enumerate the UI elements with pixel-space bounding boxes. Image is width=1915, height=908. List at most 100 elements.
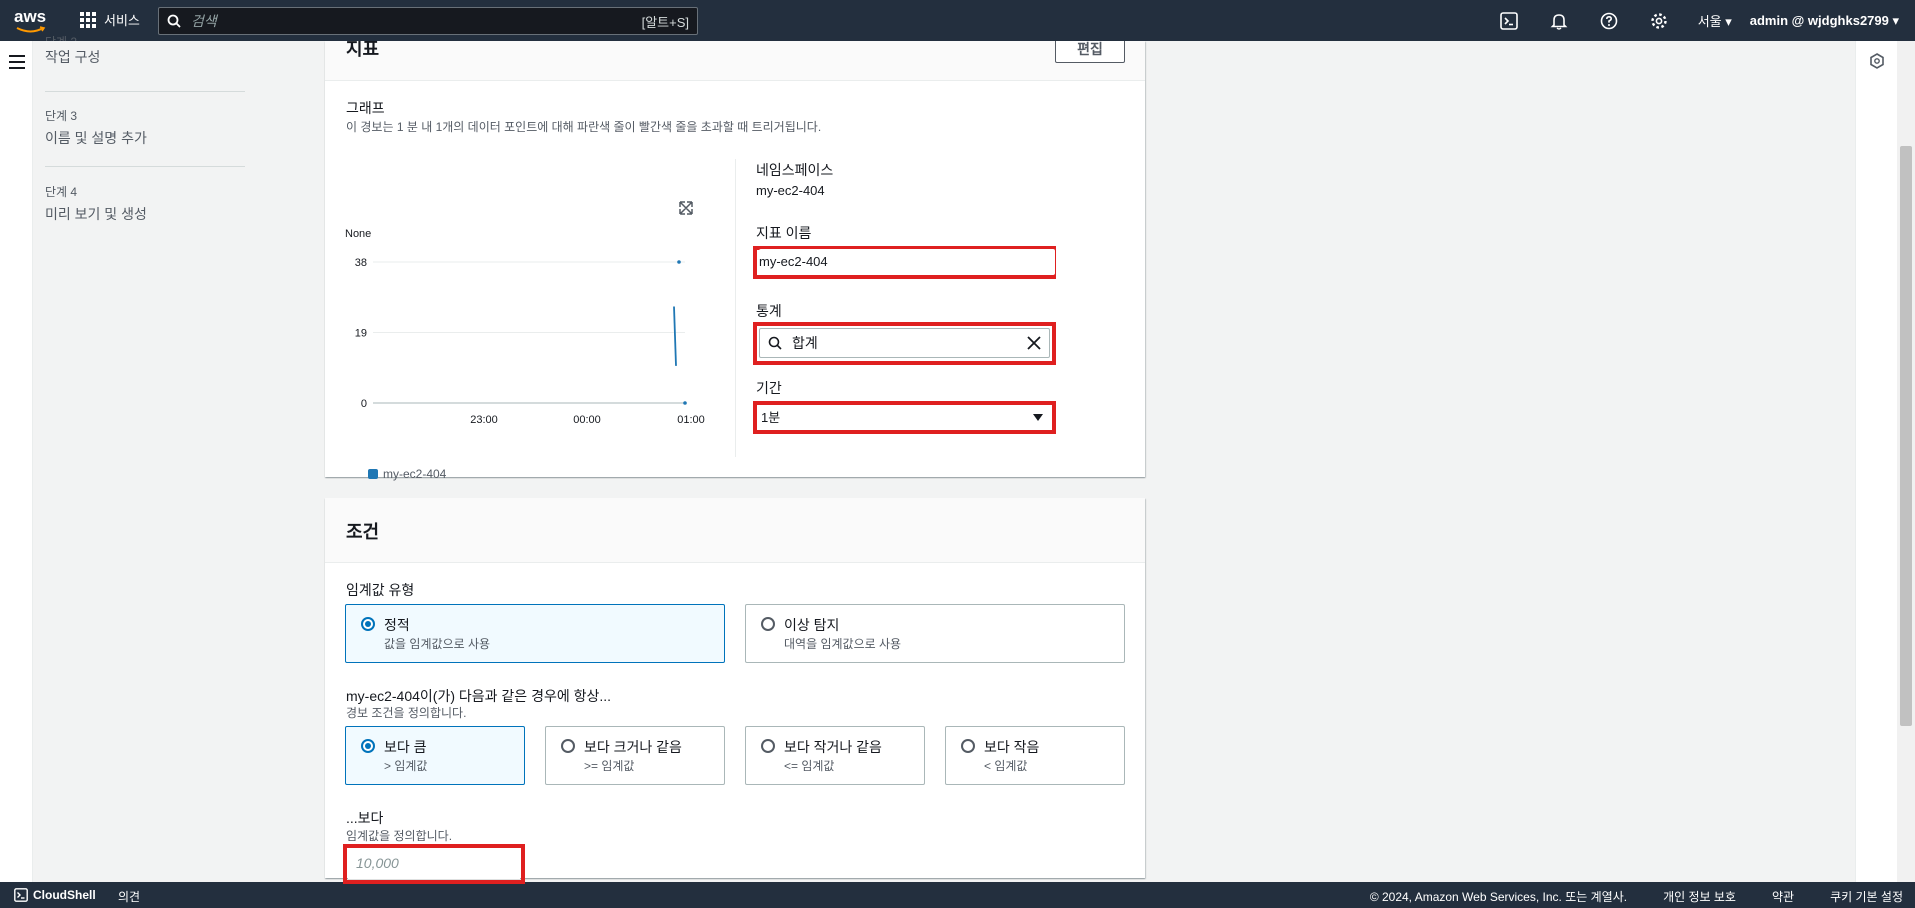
operator-greater[interactable]: 보다 큼 > 임계값 xyxy=(345,726,525,785)
privacy-link[interactable]: 개인 정보 보호 xyxy=(1663,888,1736,905)
step-2[interactable]: 단계 2 작업 구성 xyxy=(45,33,245,67)
than-description: 임계값을 정의합니다. xyxy=(346,829,453,843)
namespace-value: my-ec2-404 xyxy=(756,183,825,198)
terms-link[interactable]: 약관 xyxy=(1772,888,1794,905)
region-selector[interactable]: 서울 ▾ xyxy=(1698,11,1732,30)
radio-icon xyxy=(761,617,775,631)
x-tick-label: 23:00 xyxy=(470,414,498,426)
step-number: 단계 3 xyxy=(45,109,78,123)
top-navigation: aws 서비스 검색 [알트+S] 서울 ▾ admin @ wjdghks27… xyxy=(0,0,1915,41)
search-icon xyxy=(768,336,782,350)
account-menu[interactable]: admin @ wjdghks2799 ▾ xyxy=(1750,13,1899,29)
statistic-value: 합계 xyxy=(792,335,818,351)
radio-icon xyxy=(961,739,975,753)
statistic-field[interactable]: 합계 xyxy=(759,328,1050,358)
search-input[interactable]: 검색 [알트+S] xyxy=(158,7,698,35)
conditions-panel: 조건 임계값 유형 정적 값을 임계값으로 사용 이상 탐지 대역을 임계값으로… xyxy=(325,498,1145,878)
tile-description: >= 임계값 xyxy=(584,759,635,773)
step-3[interactable]: 단계 3 이름 및 설명 추가 xyxy=(45,107,245,148)
right-rail xyxy=(1855,41,1897,882)
aws-logo-text: aws xyxy=(14,7,47,26)
edit-button[interactable]: 편집 xyxy=(1055,41,1125,63)
x-tick-label: 00:00 xyxy=(573,414,601,426)
search-shortcut: [알트+S] xyxy=(641,14,689,30)
scrollbar-thumb[interactable] xyxy=(1900,146,1912,726)
whenever-description: 경보 조건을 정의합니다. xyxy=(346,706,467,720)
highlight-box xyxy=(343,844,525,884)
page-scrollbar[interactable] xyxy=(1897,41,1915,882)
radio-icon xyxy=(361,617,375,631)
metric-panel-header: 지표 편집 xyxy=(325,41,1145,81)
step-name: 미리 보기 및 생성 xyxy=(45,206,147,222)
menu-hamburger-icon[interactable] xyxy=(9,55,25,73)
step-number: 단계 2 xyxy=(45,33,245,41)
y-tick-label: 38 xyxy=(355,257,367,269)
left-rail xyxy=(0,41,33,882)
statistic-label: 통계 xyxy=(756,303,782,319)
grid-icon xyxy=(80,11,96,28)
account-label: admin @ wjdghks2799 xyxy=(1749,12,1889,28)
series-line xyxy=(673,306,677,366)
period-select[interactable]: 1분 xyxy=(759,405,1050,430)
tools-hexagon-icon[interactable] xyxy=(1869,53,1885,69)
feedback-link[interactable]: 의견 xyxy=(118,888,140,905)
threshold-type-label: 임계값 유형 xyxy=(346,582,415,598)
tile-description: 값을 임계값으로 사용 xyxy=(384,637,491,651)
expand-icon[interactable] xyxy=(679,201,693,215)
legend-label: my-ec2-404 xyxy=(383,467,447,481)
threshold-type-anomaly[interactable]: 이상 탐지 대역을 임계값으로 사용 xyxy=(745,604,1125,663)
legend-swatch xyxy=(368,469,378,479)
step-number: 단계 4 xyxy=(45,185,78,199)
cookie-preferences-link[interactable]: 쿠키 기본 설정 xyxy=(1830,888,1903,905)
help-icon[interactable] xyxy=(1598,10,1620,32)
tile-label: 보다 큼 xyxy=(384,739,427,755)
y-tick-label: 19 xyxy=(355,328,367,340)
step-4[interactable]: 단계 4 미리 보기 및 생성 xyxy=(45,183,245,224)
aws-logo[interactable]: aws xyxy=(14,8,48,34)
metric-chart: None 38 19 0 23:00 00:00 01:00 my-ec2-404 xyxy=(345,201,705,481)
period-label: 기간 xyxy=(756,380,782,396)
copyright-text: © 2024, Amazon Web Services, Inc. 또는 계열사… xyxy=(1369,890,1628,904)
chart-unit-label: None xyxy=(345,228,371,240)
metric-panel-title: 지표 xyxy=(346,41,380,59)
cloudshell-icon[interactable] xyxy=(1498,10,1520,32)
settings-gear-icon[interactable] xyxy=(1648,10,1670,32)
tile-description: <= 임계값 xyxy=(784,759,835,773)
than-label: ...보다 xyxy=(346,810,384,826)
aws-smile-icon xyxy=(16,26,46,33)
services-label: 서비스 xyxy=(104,13,140,28)
operator-less-equal[interactable]: 보다 작거나 같음 <= 임계값 xyxy=(745,726,925,785)
vertical-divider xyxy=(735,159,736,457)
wizard-steps: 단계 2 작업 구성 단계 3 이름 및 설명 추가 단계 4 미리 보기 및 … xyxy=(33,35,248,882)
tile-description: < 임계값 xyxy=(984,759,1028,773)
tile-description: 대역을 임계값으로 사용 xyxy=(784,637,902,651)
threshold-type-static[interactable]: 정적 값을 임계값으로 사용 xyxy=(345,604,725,663)
data-point xyxy=(677,260,681,264)
cloudshell-button[interactable]: CloudShell xyxy=(14,888,96,902)
cloudshell-icon xyxy=(14,888,28,902)
graph-title: 그래프 xyxy=(346,100,385,116)
radio-icon xyxy=(761,739,775,753)
namespace-label: 네임스페이스 xyxy=(756,162,834,178)
metric-name-field[interactable]: my-ec2-404 xyxy=(759,249,1055,275)
operator-less[interactable]: 보다 작음 < 임계값 xyxy=(945,726,1125,785)
region-label: 서울 xyxy=(1697,14,1722,29)
tile-label: 이상 탐지 xyxy=(784,617,840,633)
notification-bell-icon[interactable] xyxy=(1548,10,1570,32)
radio-icon xyxy=(561,739,575,753)
caret-down-icon xyxy=(1033,414,1043,421)
services-menu[interactable]: 서비스 xyxy=(80,10,140,29)
conditions-panel-title: 조건 xyxy=(346,522,380,542)
chart-legend[interactable]: my-ec2-404 xyxy=(368,467,447,481)
operator-greater-equal[interactable]: 보다 크거나 같음 >= 임계값 xyxy=(545,726,725,785)
step-divider xyxy=(45,91,245,92)
cloudshell-label: CloudShell xyxy=(33,888,96,902)
step-divider xyxy=(45,166,245,167)
search-icon xyxy=(167,14,181,28)
radio-icon xyxy=(361,739,375,753)
clear-icon[interactable] xyxy=(1027,336,1041,350)
step-name: 이름 및 설명 추가 xyxy=(45,130,147,146)
metric-panel: 지표 편집 그래프 이 경보는 1 분 내 1개의 데이터 포인트에 대해 파란… xyxy=(325,41,1145,481)
tile-label: 보다 크거나 같음 xyxy=(584,739,682,755)
metric-name-label: 지표 이름 xyxy=(756,225,812,241)
